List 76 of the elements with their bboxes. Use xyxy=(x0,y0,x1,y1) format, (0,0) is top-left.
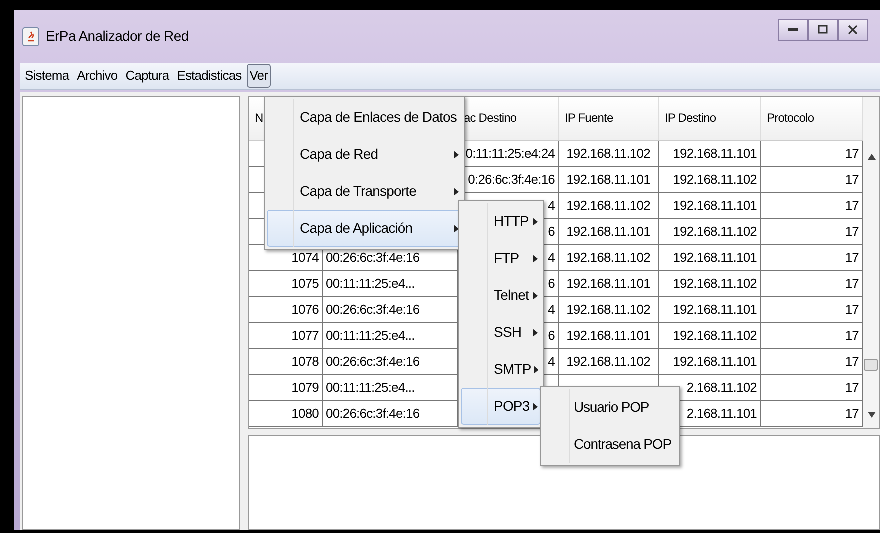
column-header[interactable]: N xyxy=(255,111,264,125)
menu-item[interactable]: FTP xyxy=(461,240,541,277)
menu-item[interactable]: Estadisticas xyxy=(174,64,245,88)
table-cell: 1076 xyxy=(292,302,319,317)
table-cell: 192.168.11.101 xyxy=(673,198,757,213)
table-cell: 17 xyxy=(845,406,859,421)
table-cell: 00:11:11:25:e4... xyxy=(326,276,415,291)
table-cell: 6 xyxy=(548,328,555,343)
table-cell: 192.168.11.101 xyxy=(673,146,757,161)
menu-item[interactable]: Capa de Red xyxy=(267,136,462,173)
table-cell: 17 xyxy=(845,224,859,239)
table-cell: 4 xyxy=(548,302,555,317)
table-cell: 192.168.11.102 xyxy=(566,146,650,161)
table-cell: 4 xyxy=(548,354,555,369)
table-cell: 00:26:6c:3f:4e:16 xyxy=(326,406,420,421)
column-header[interactable]: IP Destino xyxy=(665,111,716,125)
table-cell: 192.168.11.101 xyxy=(566,276,650,291)
table-cell: 192.168.11.101 xyxy=(673,354,757,369)
table-cell: 192.168.11.101 xyxy=(673,250,757,265)
table-cell: 17 xyxy=(845,380,859,395)
table-cell: 1079 xyxy=(292,380,319,395)
table-cell: 17 xyxy=(845,354,859,369)
table-cell: 192.168.11.102 xyxy=(566,354,650,369)
table-cell: 17 xyxy=(845,198,859,213)
table-cell: 192.168.11.101 xyxy=(566,224,650,239)
table-cell: 192.168.11.102 xyxy=(566,250,650,265)
table-cell: 192.168.11.102 xyxy=(566,198,650,213)
menu-item[interactable]: Captura xyxy=(122,64,172,88)
column-header[interactable]: IP Fuente xyxy=(565,111,614,125)
menu-item[interactable]: Capa de Enlaces de Datos xyxy=(267,99,462,136)
menu-item[interactable]: Telnet xyxy=(461,277,541,314)
table-cell: 17 xyxy=(845,328,859,343)
table-cell: 17 xyxy=(845,302,859,317)
table-cell: 00:26:6c:3f:4e:16 xyxy=(326,250,420,265)
table-cell: 1077 xyxy=(292,328,319,343)
table-cell: 00:11:11:25:e4... xyxy=(326,328,415,343)
table-cell: 00:11:11:25:e4... xyxy=(326,380,415,395)
table-cell: 192.168.11.101 xyxy=(566,328,650,343)
table-cell: 0:11:11:25:e4:24 xyxy=(466,146,555,161)
table-cell: 192.168.11.102 xyxy=(673,328,757,343)
column-header[interactable]: ac Destino xyxy=(464,111,517,125)
menu-item[interactable]: Archivo xyxy=(74,64,121,88)
menu-item[interactable]: POP3 xyxy=(461,388,541,425)
menu-item[interactable]: SSH xyxy=(461,314,541,351)
table-cell: 192.168.11.102 xyxy=(673,172,757,187)
menu-item[interactable]: Usuario POP xyxy=(543,389,677,426)
table-cell: 2.168.11.102 xyxy=(686,380,757,395)
table-cell: 0:26:6c:3f:4e:16 xyxy=(468,172,555,187)
menu-item[interactable]: SMTP xyxy=(461,351,541,388)
table-cell: 17 xyxy=(845,172,859,187)
table-cell: 1078 xyxy=(292,354,319,369)
table-cell: 17 xyxy=(845,250,859,265)
table-cell: 192.168.11.102 xyxy=(673,276,757,291)
table-cell: 00:26:6c:3f:4e:16 xyxy=(326,302,420,317)
table-cell: 1075 xyxy=(292,276,319,291)
table-cell: 17 xyxy=(845,276,859,291)
window-title: ErPa Analizador de Red xyxy=(46,27,189,46)
table-cell: 192.168.11.101 xyxy=(566,172,650,187)
column-header[interactable]: Protocolo xyxy=(767,111,814,125)
table-cell: 6 xyxy=(548,224,555,239)
table-cell: 192.168.11.101 xyxy=(673,302,757,317)
table-cell: 1074 xyxy=(292,250,319,265)
table-cell: 192.168.11.102 xyxy=(566,302,650,317)
table-cell: 2.168.11.101 xyxy=(686,406,757,421)
table-cell: 6 xyxy=(548,276,555,291)
table-cell: 1080 xyxy=(292,406,319,421)
table-cell: 00:26:6c:3f:4e:16 xyxy=(326,354,420,369)
menu-item[interactable]: Ver xyxy=(246,64,272,88)
menu-item[interactable]: Sistema xyxy=(22,64,72,88)
table-cell: 192.168.11.102 xyxy=(673,224,757,239)
table-cell: 4 xyxy=(548,250,555,265)
table-cell: 4 xyxy=(548,198,555,213)
menu-item[interactable]: Capa de Transporte xyxy=(267,173,462,210)
menu-item[interactable]: HTTP xyxy=(461,203,541,240)
table-cell: 17 xyxy=(845,146,859,161)
menu-item[interactable]: Contrasena POP xyxy=(543,426,677,463)
